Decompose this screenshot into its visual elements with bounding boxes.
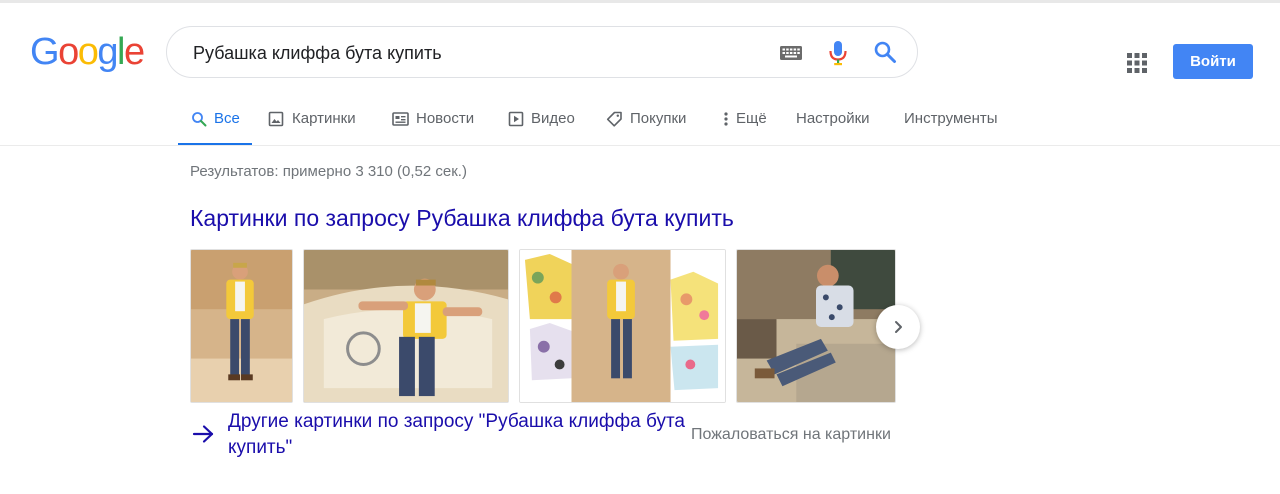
search-tabs: Все Картинки Новости Видео Покупки Ещё Н… [0,108,1280,146]
google-logo[interactable]: Google [30,31,145,73]
logo-letter: o [58,31,79,73]
result-stats: Результатов: примерно 3 310 (0,52 сек.) [190,163,467,180]
tab-label: Новости [416,110,475,127]
search-input[interactable] [191,37,755,69]
search-icon[interactable] [873,40,897,64]
logo-letter: o [77,31,99,73]
tab-label: Видео [531,110,575,127]
tab-label: Ещё [736,110,767,127]
microphone-icon[interactable] [827,40,849,66]
report-images-link[interactable]: Пожаловаться на картинки [691,426,891,444]
tag-icon [606,111,622,127]
tabs-divider [0,145,1280,146]
search-icon [192,112,207,127]
video-icon [508,111,524,127]
tab-all[interactable]: Все [178,108,252,146]
chevron-right-icon [895,321,902,333]
tab-label: Инструменты [904,110,998,127]
apps-grid-icon[interactable] [1127,53,1147,73]
tab-label: Покупки [630,110,687,127]
more-vert-icon [724,112,728,126]
logo-letter: g [97,31,118,73]
logo-letter: G [30,31,60,73]
top-border [0,0,1280,3]
arrow-right-icon[interactable] [192,424,216,444]
next-images-button[interactable] [876,305,920,349]
news-icon [392,112,409,126]
logo-letter: e [123,31,145,73]
tab-label: Картинки [292,110,356,127]
image-thumbnail[interactable] [736,249,896,403]
tab-label: Все [214,110,240,127]
image-thumbnail[interactable] [519,249,726,403]
keyboard-icon[interactable] [779,42,803,64]
tab-label: Настройки [796,110,870,127]
image-thumbnail[interactable] [190,249,293,403]
search-box[interactable] [166,26,918,78]
signin-button[interactable]: Войти [1173,44,1253,79]
images-heading-link[interactable]: Картинки по запросу Рубашка клиффа бута … [190,205,734,232]
logo-letter: l [116,31,125,73]
image-icon [268,111,284,127]
image-thumbnail[interactable] [303,249,509,403]
more-images-link[interactable]: Другие картинки по запросу "Рубашка клиф… [228,409,688,461]
